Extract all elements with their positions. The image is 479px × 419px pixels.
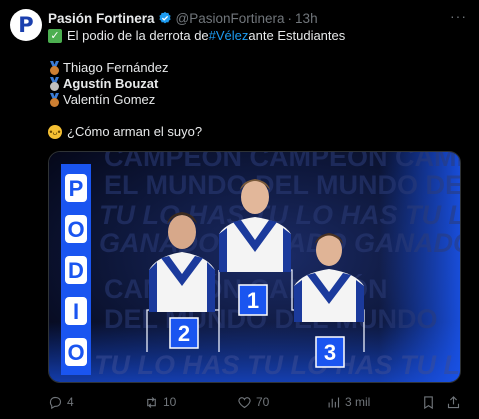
heart-icon [238,396,251,408]
share-icon [447,395,460,408]
tweet-image[interactable]: CAMPEÓN CAMPEÓN CAMPEÓN EL MUNDO DEL MUN… [48,151,461,383]
tweet[interactable]: P Pasión Fortinera @PasionFortinera · 13… [0,0,479,419]
thinking-face-icon: •ᴗ• [48,125,62,139]
reply-count: 4 [67,395,74,409]
podium-graphic: CAMPEÓN CAMPEÓN CAMPEÓN EL MUNDO DEL MUN… [49,152,461,382]
player-name: Thiago Fernández [63,60,169,75]
more-options-icon[interactable]: ··· [450,8,467,24]
tweet-text-suffix: ante Estudiantes [248,28,346,43]
share-button[interactable] [446,393,465,411]
tweet-actions: 4 10 70 3 mil [48,393,462,411]
podio-letter: D [68,258,84,283]
bookmark-icon [424,395,433,409]
question-text: ¿Cómo arman el suyo? [67,124,203,139]
avatar-logo: P [18,12,34,37]
like-button[interactable]: 70 [237,393,269,411]
reply-icon [49,396,62,409]
views-chart-icon [328,397,340,407]
avatar[interactable]: P [10,9,42,41]
retweet-button[interactable]: 10 [144,393,176,411]
bg-slogan: TU LO HAS TU LO HAS TU LO HAS [94,350,461,380]
podio-letter: P [69,176,84,201]
player-line: Agustín Bouzat [48,76,465,92]
views-count: 3 mil [345,395,371,409]
bronze-medal-icon [48,93,61,107]
verified-badge-icon [158,11,172,25]
podio-letter: O [67,340,84,365]
timestamp[interactable]: 13h [295,11,318,26]
check-mark-icon: ✓ [48,29,62,43]
player-line: Valentín Gomez [48,92,465,108]
podium-place-2: 2 [178,321,190,346]
tweet-line-1: ✓ El podio de la derrota de #Vélez ante … [48,28,465,44]
retweet-count: 10 [163,395,177,409]
tweet-line-question: •ᴗ• ¿Cómo arman el suyo? [48,124,465,140]
handle[interactable]: @PasionFortinera [176,11,285,26]
podio-letter: I [73,299,79,324]
hashtag-link[interactable]: #Vélez [209,28,249,44]
bronze-medal-icon [48,61,61,75]
podio-letter: O [67,217,84,242]
bookmark-button[interactable] [421,393,440,411]
bg-slogan: CAMPEÓN CAMPEÓN CAMPEÓN [104,152,461,172]
podium-place-1: 1 [247,288,259,313]
tweet-text: ✓ El podio de la derrota de #Vélez ante … [48,28,465,140]
like-count: 70 [256,395,270,409]
views-button[interactable]: 3 mil [326,393,370,411]
tweet-text-prefix: El podio de la derrota de [67,28,209,43]
player-line: Thiago Fernández [48,60,465,76]
bg-slogan: EL MUNDO DEL MUNDO DEL MUNDO [104,170,461,200]
podium-place-3: 3 [324,340,336,365]
display-name[interactable]: Pasión Fortinera [48,11,155,26]
silver-medal-icon [48,77,61,91]
retweet-icon [147,396,156,408]
separator-dot: · [287,10,293,26]
reply-button[interactable]: 4 [48,393,74,411]
player-name: Agustín Bouzat [63,76,159,91]
tweet-header: Pasión Fortinera @PasionFortinera · 13h [48,9,449,27]
player-name: Valentín Gomez [63,92,156,107]
